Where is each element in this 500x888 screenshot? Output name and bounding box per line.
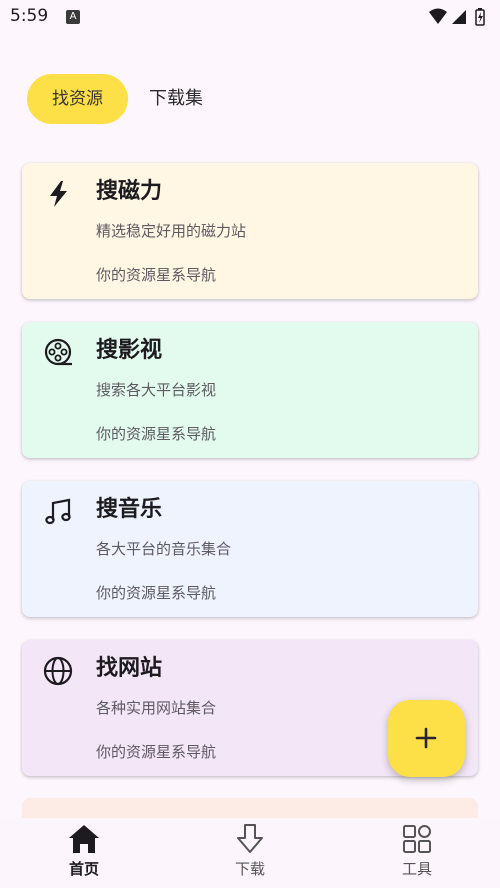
globe-icon	[43, 656, 73, 686]
card-title: 搜音乐	[96, 497, 163, 522]
card-tagline: 你的资源星系导航	[96, 584, 217, 602]
music-note-icon	[45, 498, 71, 525]
lightning-icon	[50, 181, 67, 207]
status-bar: 5:59 A	[0, 0, 500, 34]
add-fab-button[interactable]	[388, 700, 465, 777]
card-partial[interactable]	[22, 798, 478, 818]
nav-label-download: 下载	[234, 860, 265, 878]
plus-icon	[415, 727, 437, 749]
status-time: 5:59	[10, 6, 49, 26]
card-description: 各大平台的音乐集合	[96, 540, 232, 558]
bottom-nav: 首页 下载 工具	[0, 818, 500, 888]
nav-label-tools: 工具	[401, 860, 432, 878]
battery-icon	[475, 8, 485, 26]
signal-icon	[452, 10, 466, 24]
home-icon	[69, 825, 99, 853]
app-notification-icon: A	[66, 10, 80, 24]
card-tagline: 你的资源星系导航	[96, 425, 217, 443]
card-description: 精选稳定好用的磁力站	[96, 222, 247, 240]
grid-icon	[403, 825, 431, 853]
card-title: 搜磁力	[96, 179, 163, 204]
card-magnet-search[interactable]: 搜磁力 精选稳定好用的磁力站 你的资源星系导航	[22, 163, 478, 299]
nav-label-home: 首页	[68, 860, 99, 878]
film-reel-icon	[44, 338, 72, 366]
status-icons	[429, 8, 485, 26]
wifi-icon	[429, 8, 447, 24]
tab-find-resources[interactable]: 找资源	[27, 74, 128, 124]
card-tagline: 你的资源星系导航	[96, 266, 217, 284]
card-title: 搜影视	[96, 338, 163, 363]
card-title: 找网站	[96, 656, 163, 681]
nav-item-download[interactable]: 下载	[190, 818, 310, 888]
card-video-search[interactable]: 搜影视 搜索各大平台影视 你的资源星系导航	[22, 322, 478, 458]
tab-downloads[interactable]: 下载集	[149, 74, 203, 124]
card-tagline: 你的资源星系导航	[96, 743, 217, 761]
nav-item-tools[interactable]: 工具	[357, 818, 477, 888]
card-description: 各种实用网站集合	[96, 699, 217, 717]
nav-item-home[interactable]: 首页	[24, 818, 144, 888]
download-icon	[237, 824, 263, 853]
card-music-search[interactable]: 搜音乐 各大平台的音乐集合 你的资源星系导航	[22, 481, 478, 617]
card-description: 搜索各大平台影视	[96, 381, 217, 399]
